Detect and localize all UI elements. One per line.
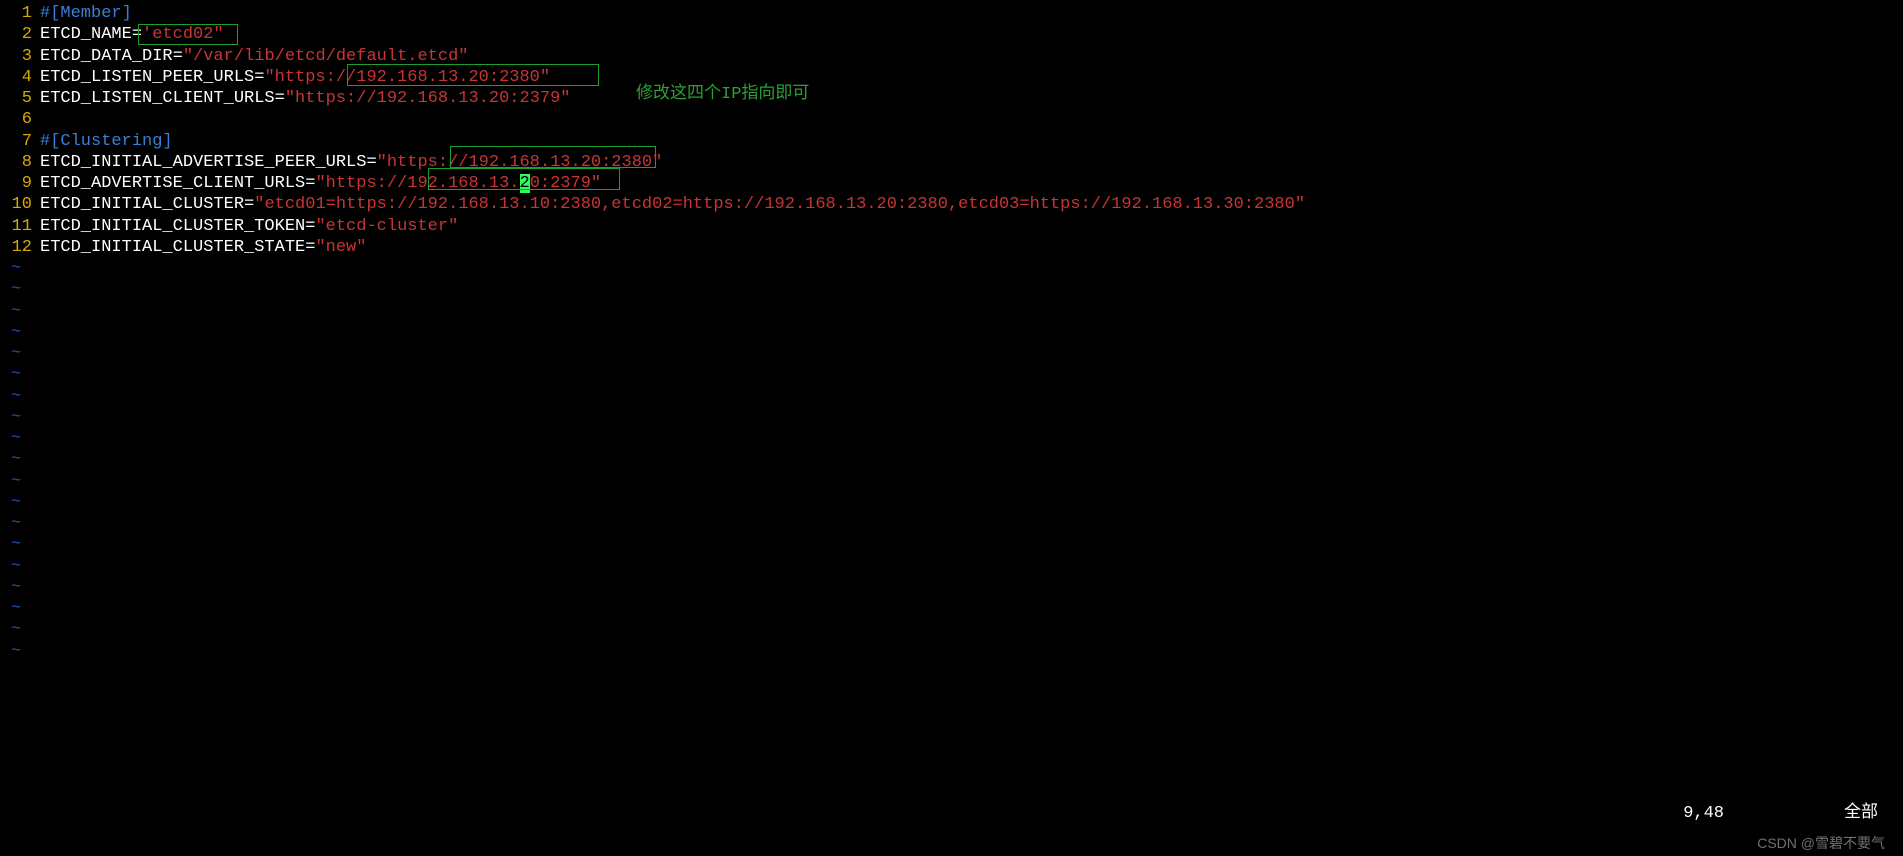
code-token: ETCD_LISTEN_PEER_URLS=	[40, 68, 264, 87]
code-line[interactable]: 10ETCD_INITIAL_CLUSTER="etcd01=https://1…	[5, 194, 1898, 215]
code-line[interactable]: 7#[Clustering]	[5, 131, 1898, 152]
empty-line-tilde: ~	[5, 556, 1898, 577]
empty-line-tilde: ~	[5, 449, 1898, 470]
line-content[interactable]: ETCD_LISTEN_PEER_URLS="https://192.168.1…	[40, 67, 1898, 88]
empty-line-tilde: ~	[5, 471, 1898, 492]
code-line[interactable]: 9ETCD_ADVERTISE_CLIENT_URLS="https://192…	[5, 173, 1898, 194]
line-content[interactable]: #[Clustering]	[40, 131, 1898, 152]
empty-line-tilde: ~	[5, 577, 1898, 598]
code-token: #[Clustering]	[40, 132, 173, 151]
code-token: ETCD_INITIAL_CLUSTER_TOKEN=	[40, 217, 315, 236]
empty-line-tilde: ~	[5, 492, 1898, 513]
line-content[interactable]: ETCD_INITIAL_CLUSTER="etcd01=https://192…	[40, 194, 1898, 215]
code-token: "/var/lib/etcd/default.etcd"	[183, 47, 469, 66]
line-number: 7	[5, 131, 40, 152]
code-token: ETCD_INITIAL_ADVERTISE_PEER_URLS=	[40, 153, 377, 172]
code-token: 0:2379"	[530, 174, 601, 193]
empty-line-tilde: ~	[5, 364, 1898, 385]
empty-line-tilde: ~	[5, 534, 1898, 555]
empty-line-tilde: ~	[5, 619, 1898, 640]
line-content[interactable]: ETCD_INITIAL_CLUSTER_STATE="new"	[40, 237, 1898, 258]
code-token: "https://192.168.13.20:2380"	[264, 68, 550, 87]
code-token: ETCD_LISTEN_CLIENT_URLS=	[40, 89, 285, 108]
line-number: 12	[5, 237, 40, 258]
code-token: 2	[520, 174, 530, 193]
code-token: "https://192.168.13.20:2379"	[285, 89, 571, 108]
line-number: 4	[5, 67, 40, 88]
code-token: "etcd-cluster"	[315, 217, 458, 236]
code-token: ETCD_INITIAL_CLUSTER_STATE=	[40, 238, 315, 257]
code-line[interactable]: 6	[5, 109, 1898, 130]
code-token: "https://192.168.13.	[315, 174, 519, 193]
cursor-position: 9,48	[1683, 803, 1724, 824]
line-content[interactable]: ETCD_ADVERTISE_CLIENT_URLS="https://192.…	[40, 173, 1898, 194]
editor-area[interactable]: 1#[Member]2ETCD_NAME='etcd02"3ETCD_DATA_…	[0, 0, 1903, 665]
code-line[interactable]: 3ETCD_DATA_DIR="/var/lib/etcd/default.et…	[5, 46, 1898, 67]
line-number: 6	[5, 109, 40, 130]
empty-line-tilde: ~	[5, 386, 1898, 407]
line-content[interactable]: ETCD_NAME='etcd02"	[40, 24, 1898, 45]
line-content[interactable]: ETCD_LISTEN_CLIENT_URLS="https://192.168…	[40, 88, 1898, 109]
code-token: "new"	[315, 238, 366, 257]
code-line[interactable]: 5ETCD_LISTEN_CLIENT_URLS="https://192.16…	[5, 88, 1898, 109]
empty-line-tilde: ~	[5, 258, 1898, 279]
code-line[interactable]: 8ETCD_INITIAL_ADVERTISE_PEER_URLS="https…	[5, 152, 1898, 173]
line-number: 1	[5, 3, 40, 24]
code-token: ETCD_ADVERTISE_CLIENT_URLS=	[40, 174, 315, 193]
status-bar: 9,48 全部	[0, 803, 1903, 824]
line-number: 5	[5, 88, 40, 109]
empty-line-tilde: ~	[5, 428, 1898, 449]
line-number: 11	[5, 216, 40, 237]
code-token: ETCD_INITIAL_CLUSTER=	[40, 195, 254, 214]
empty-line-tilde: ~	[5, 322, 1898, 343]
empty-line-tilde: ~	[5, 343, 1898, 364]
line-content[interactable]: ETCD_DATA_DIR="/var/lib/etcd/default.etc…	[40, 46, 1898, 67]
code-token: ETCD_DATA_DIR=	[40, 47, 183, 66]
line-content[interactable]: #[Member]	[40, 3, 1898, 24]
code-line[interactable]: 12ETCD_INITIAL_CLUSTER_STATE="new"	[5, 237, 1898, 258]
empty-line-tilde: ~	[5, 301, 1898, 322]
line-content[interactable]	[40, 109, 1898, 130]
vim-mode: 全部	[1844, 803, 1878, 824]
line-number: 10	[5, 194, 40, 215]
watermark: CSDN @雪碧不要气	[1757, 835, 1885, 853]
empty-line-tilde: ~	[5, 279, 1898, 300]
annotation-text: 修改这四个IP指向即可	[636, 84, 809, 105]
code-token: 'etcd02"	[142, 25, 224, 44]
empty-line-tilde: ~	[5, 407, 1898, 428]
line-content[interactable]: ETCD_INITIAL_CLUSTER_TOKEN="etcd-cluster…	[40, 216, 1898, 237]
code-line[interactable]: 11ETCD_INITIAL_CLUSTER_TOKEN="etcd-clust…	[5, 216, 1898, 237]
code-token: "etcd01=https://192.168.13.10:2380,etcd0…	[254, 195, 1305, 214]
code-token: ETCD_NAME=	[40, 25, 142, 44]
code-line[interactable]: 4ETCD_LISTEN_PEER_URLS="https://192.168.…	[5, 67, 1898, 88]
empty-line-tilde: ~	[5, 513, 1898, 534]
code-line[interactable]: 2ETCD_NAME='etcd02"	[5, 24, 1898, 45]
code-token: #[Member]	[40, 4, 132, 23]
line-number: 2	[5, 24, 40, 45]
line-number: 9	[5, 173, 40, 194]
line-number: 3	[5, 46, 40, 67]
line-number: 8	[5, 152, 40, 173]
empty-line-tilde: ~	[5, 598, 1898, 619]
empty-line-tilde: ~	[5, 641, 1898, 662]
code-line[interactable]: 1#[Member]	[5, 3, 1898, 24]
code-token: "https://192.168.13.20:2380"	[377, 153, 663, 172]
line-content[interactable]: ETCD_INITIAL_ADVERTISE_PEER_URLS="https:…	[40, 152, 1898, 173]
